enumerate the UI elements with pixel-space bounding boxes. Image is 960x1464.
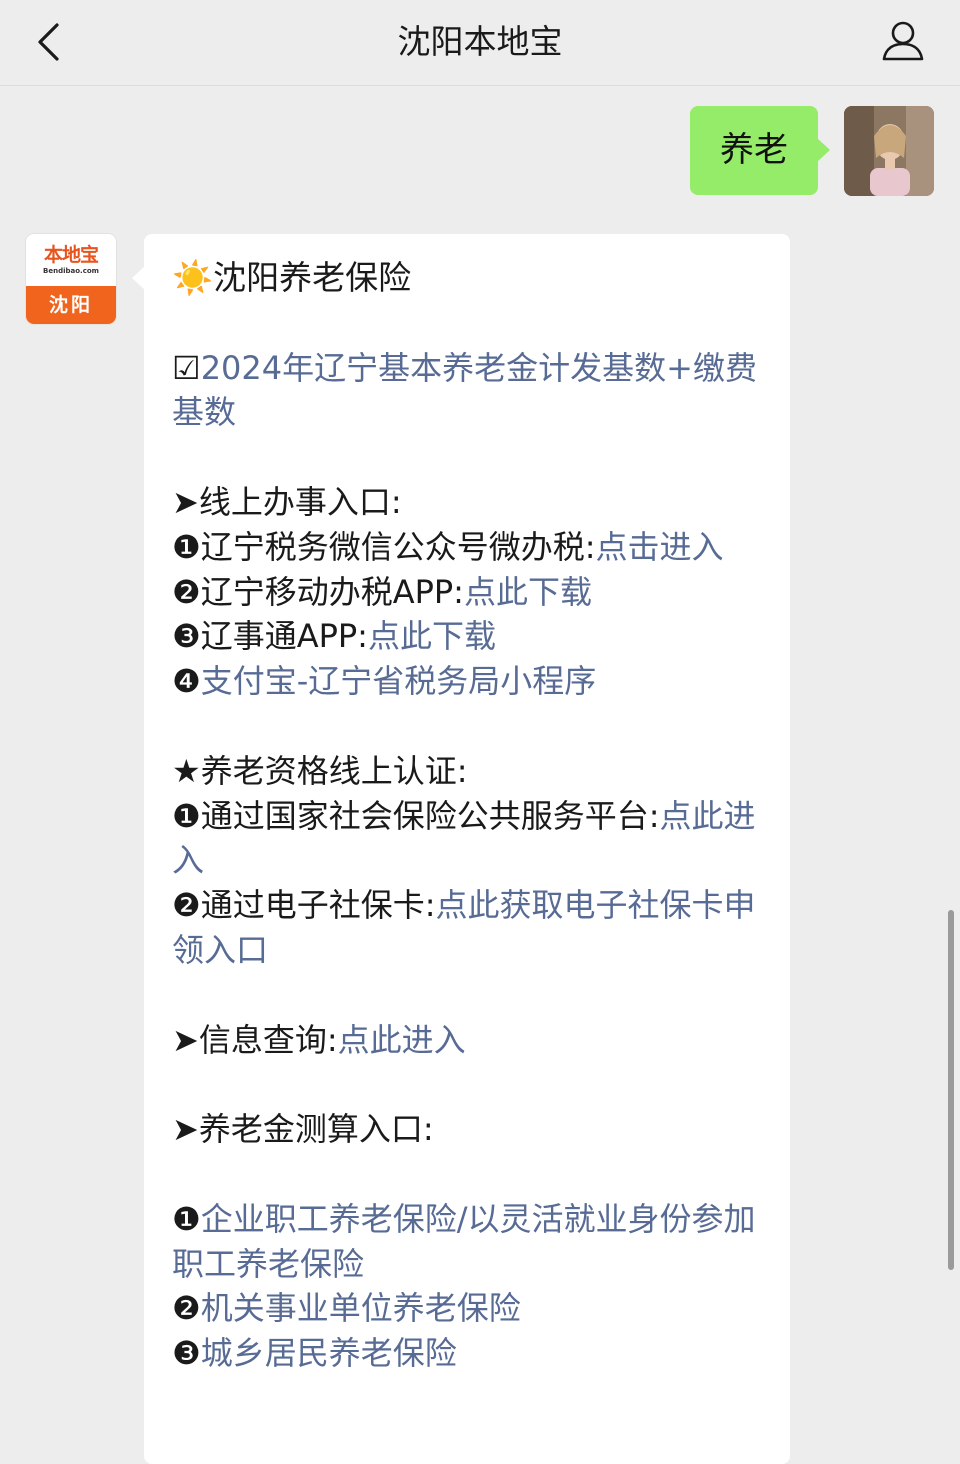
- lishitong-app-link[interactable]: 点此下载: [368, 617, 496, 655]
- user-photo: [844, 106, 934, 196]
- base-info-link[interactable]: 2024年辽宁基本养老金计发基数+缴费基数: [172, 349, 757, 432]
- list-item: ☑2024年辽宁基本养老金计发基数+缴费基数: [172, 346, 762, 436]
- list-item: ❶通过国家社会保险公共服务平台:点此进入: [172, 796, 756, 880]
- wechat-tax-link[interactable]: 点击进入: [595, 528, 723, 566]
- sun-icon: ☀️: [172, 258, 214, 297]
- list-item: ❷通过电子社保卡:点此获取电子社保卡申领入口: [172, 886, 756, 969]
- bot-city: 沈阳: [26, 286, 116, 324]
- public-institution-pension-link[interactable]: 机关事业单位养老保险: [201, 1289, 521, 1327]
- bot-logo: 本地宝 Bendibao.com: [26, 234, 116, 286]
- alipay-miniprogram-link[interactable]: 支付宝-辽宁省税务局小程序: [201, 662, 597, 700]
- bot-brand: 本地宝: [43, 244, 99, 266]
- message-title: ☀️沈阳养老保险: [172, 258, 412, 297]
- person-icon: [882, 21, 924, 61]
- list-item: ➤信息查询:点此进入: [172, 1020, 466, 1059]
- bot-avatar[interactable]: 本地宝 Bendibao.com 沈阳: [26, 234, 116, 324]
- list-item: ❶辽宁税务微信公众号微办税:点击进入: [172, 527, 724, 566]
- checkbox-icon: ☑: [172, 348, 201, 387]
- list-item: ❸辽事通APP:点此下载: [172, 617, 496, 656]
- incoming-message: ☀️沈阳养老保险 ☑2024年辽宁基本养老金计发基数+缴费基数 ➤线上办事入口:…: [132, 234, 790, 1464]
- resident-pension-link[interactable]: 城乡居民养老保险: [201, 1334, 457, 1372]
- enterprise-pension-link[interactable]: 企业职工养老保险/以灵活就业身份参加职工养老保险: [172, 1200, 755, 1283]
- list-item: ❷机关事业单位养老保险: [172, 1289, 521, 1328]
- profile-button[interactable]: [878, 16, 928, 66]
- bot-domain: Bendibao.com: [43, 267, 99, 275]
- section-online-heading: ➤线上办事入口:: [172, 482, 402, 521]
- section-calc-heading: ➤养老金测算入口:: [172, 1110, 434, 1149]
- user-avatar[interactable]: [844, 106, 934, 196]
- page-title: 沈阳本地宝: [397, 22, 563, 61]
- list-item: ❷辽宁移动办税APP:点此下载: [172, 572, 592, 611]
- info-query-link[interactable]: 点此进入: [338, 1021, 466, 1059]
- list-item: ❸城乡居民养老保险: [172, 1334, 457, 1373]
- list-item: ❶企业职工养老保险/以灵活就业身份参加职工养老保险: [172, 1199, 756, 1283]
- outgoing-bubble[interactable]: 养老: [690, 106, 830, 195]
- section-cert-heading: ★养老资格线上认证:: [172, 751, 468, 790]
- mobile-tax-app-link[interactable]: 点此下载: [464, 573, 592, 611]
- outgoing-message: 养老: [690, 106, 934, 196]
- nav-bar: 沈阳本地宝: [0, 0, 960, 86]
- scrollbar[interactable]: [948, 910, 954, 1270]
- list-item: ❹支付宝-辽宁省税务局小程序: [172, 662, 597, 701]
